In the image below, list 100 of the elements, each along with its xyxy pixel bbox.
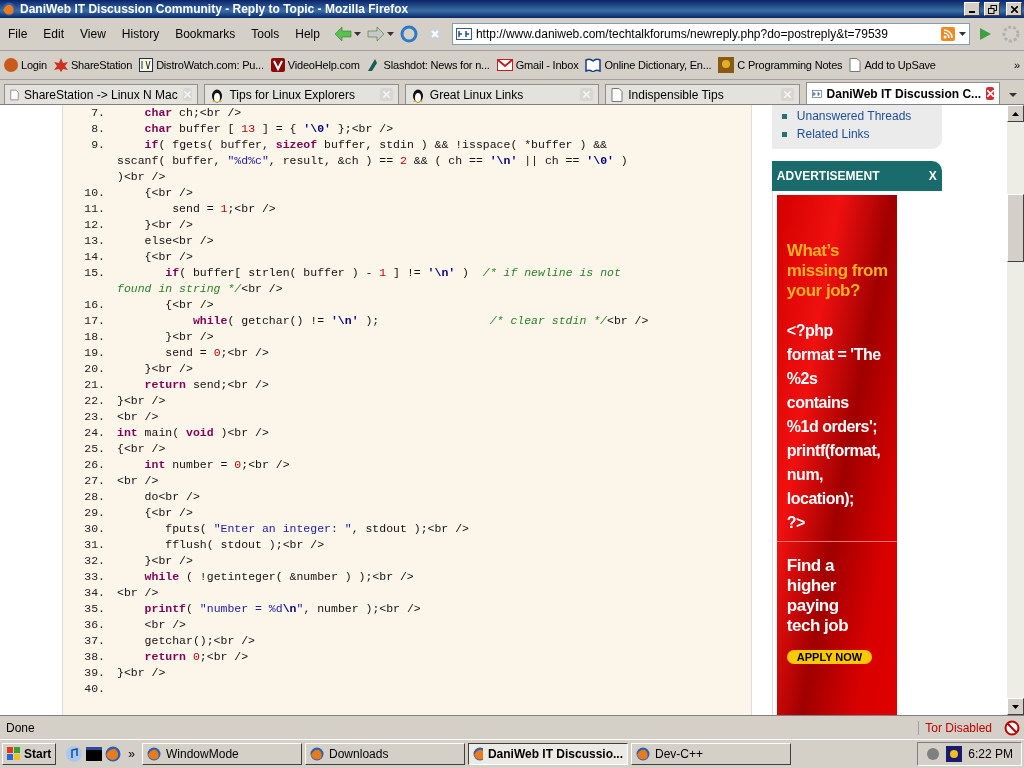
code-line: }<br /> [117, 665, 167, 681]
code-line: if( buffer[ strlen( buffer ) - 1 ] != '\n' ) /* if newline is not [164, 265, 622, 281]
bookmark-link[interactable]: Slashdot: News for n... [383, 59, 490, 71]
bookmark-link[interactable]: Gmail - Inbox [515, 59, 579, 71]
bookmark-link[interactable]: C Programming Notes [737, 59, 843, 71]
line-number: 23. [83, 409, 105, 425]
line-number: 32. [83, 553, 105, 569]
menu-item[interactable]: Edit [35, 27, 73, 41]
scrollbar[interactable] [1007, 105, 1024, 715]
minimize-button[interactable] [964, 2, 980, 16]
close-ad-button[interactable]: X [928, 169, 937, 183]
taskbar-button[interactable]: WindowMode [142, 743, 303, 765]
line-number: 18. [83, 329, 105, 345]
sidebar-link[interactable]: Related Links [796, 127, 870, 141]
close-icon [583, 91, 591, 98]
ad-tagline: tech job [786, 616, 849, 636]
sidebar-link[interactable]: Unanswered Threads [796, 109, 912, 123]
line-number: 25. [83, 441, 105, 457]
line-number: 7. [90, 105, 105, 121]
line-number: 16. [83, 297, 105, 313]
bookmark-link[interactable]: VideoHelp.com [287, 59, 360, 71]
ad-code-line: %1d orders'; [786, 417, 879, 437]
code-line: if( fgets( buffer, sizeof buffer, stdin ) && !isspace( *buffer ) && [143, 137, 609, 153]
book-icon [585, 58, 602, 72]
code-line: getchar();<br /> [143, 633, 257, 649]
code-line: do<br /> [143, 489, 201, 505]
site-icon [811, 87, 822, 100]
code-line: }<br /> [143, 553, 194, 569]
ad-code-line: location); [786, 489, 855, 509]
ad-banner[interactable]: What’s missing from your job? <?php format = 'The %2s contains %1d orders'; printf(format, num, location); ?> Find a higher paying tech job APPLY NOW [776, 195, 897, 715]
ad-headline: What’s [786, 241, 840, 261]
globe-icon[interactable] [105, 746, 122, 762]
circle-icon [4, 58, 18, 72]
browser-tab[interactable]: Great Linux Links [404, 84, 600, 104]
app-icon [473, 747, 483, 761]
more-bookmarks-button[interactable]: » [1014, 59, 1020, 71]
no-sign-icon[interactable] [1004, 719, 1020, 736]
ad-code-line: printf(format, [786, 441, 882, 461]
ad-tagline: paying [786, 596, 840, 616]
tor-status[interactable]: Tor Disabled [918, 720, 998, 735]
reload-icon[interactable] [399, 25, 418, 43]
site-icon [455, 28, 472, 40]
code-line: fflush( stdout );<br /> [164, 537, 326, 553]
code-line: }<br /> [143, 361, 194, 377]
close-icon [783, 91, 791, 98]
line-number: 24. [83, 425, 105, 441]
scroll-thumb[interactable] [1007, 194, 1024, 262]
scroll-up-icon[interactable] [1012, 111, 1020, 116]
code-line: {<br /> [143, 185, 194, 201]
clock: 6:22 PM [968, 747, 1013, 761]
line-number: 36. [83, 617, 105, 633]
browser-tab[interactable]: Indispensible Tips [605, 84, 800, 104]
code-line: <br /> [143, 617, 187, 633]
menu-item[interactable]: Help [287, 27, 328, 41]
caret-icon[interactable] [959, 32, 966, 36]
menu-item[interactable]: View [72, 27, 114, 41]
browser-tab[interactable]: Tips for Linux Explorers [204, 84, 399, 104]
scroll-down-icon[interactable] [1012, 704, 1020, 709]
line-number: 30. [83, 521, 105, 537]
bookmark-link[interactable]: Online Dictionary, En... [604, 59, 712, 71]
caret-icon[interactable] [353, 32, 361, 36]
close-tab-icon[interactable] [986, 87, 995, 100]
taskbar-button[interactable]: DaniWeb IT Discussio... [468, 743, 629, 765]
ad-title: ADVERTISEMENT [776, 169, 880, 183]
windows-logo-icon [7, 747, 21, 761]
menu-item[interactable]: Tools [243, 27, 288, 41]
code-line: {<br /> [143, 505, 194, 521]
address-field[interactable]: http://www.daniweb.com/techtalkforums/newreply.php?do=postreply&t=79539 [451, 23, 970, 45]
ad-code-line: ?> [786, 513, 806, 533]
code-line: fputs( "Enter an integer: ", stdout );<br /> [164, 521, 470, 537]
browser-tab[interactable]: ShareStation -> Linux N Mac [4, 84, 199, 104]
bookmark-link[interactable]: Login [21, 59, 47, 71]
line-number: 40. [83, 681, 105, 697]
code-line: char ch;<br /> [143, 105, 243, 121]
bookmark-link[interactable]: ShareStation [70, 59, 133, 71]
code-line: <br /> [117, 409, 160, 425]
page-icon [611, 87, 624, 102]
menu-item[interactable]: File [0, 27, 36, 41]
caret-icon[interactable] [386, 32, 394, 36]
close-button[interactable] [1006, 2, 1022, 16]
terminal-icon[interactable] [86, 747, 103, 761]
ad-tagline: higher [786, 576, 837, 596]
code-line: }<br /> [143, 217, 194, 233]
apply-button[interactable]: APPLY NOW [786, 650, 873, 664]
menu-item[interactable]: History [113, 27, 168, 41]
bookmark-link[interactable]: DistroWatch.com: Pu... [156, 59, 264, 71]
bookmark-link[interactable]: Add to UpSave [864, 59, 936, 71]
close-icon [986, 90, 994, 97]
taskbar-button[interactable]: Dev-C++ [631, 743, 792, 765]
taskbar-button[interactable]: Downloads [305, 743, 466, 765]
ad-code-line: num, [786, 465, 825, 485]
menu-item[interactable]: Bookmarks [167, 27, 244, 41]
start-button[interactable]: Start [2, 743, 57, 765]
code-line: while ( !getinteger( &number ) );<br /> [143, 569, 415, 585]
app-icon [147, 747, 162, 761]
window-title: DaniWeb IT Discussion Community - Reply to Topic - Mozilla Firefox [20, 2, 410, 16]
browser-tab[interactable]: DaniWeb IT Discussion C... [805, 82, 1001, 104]
line-number: 20. [83, 361, 105, 377]
more-quicklaunch-button[interactable]: » [128, 747, 136, 761]
restore-button[interactable] [984, 2, 1000, 16]
